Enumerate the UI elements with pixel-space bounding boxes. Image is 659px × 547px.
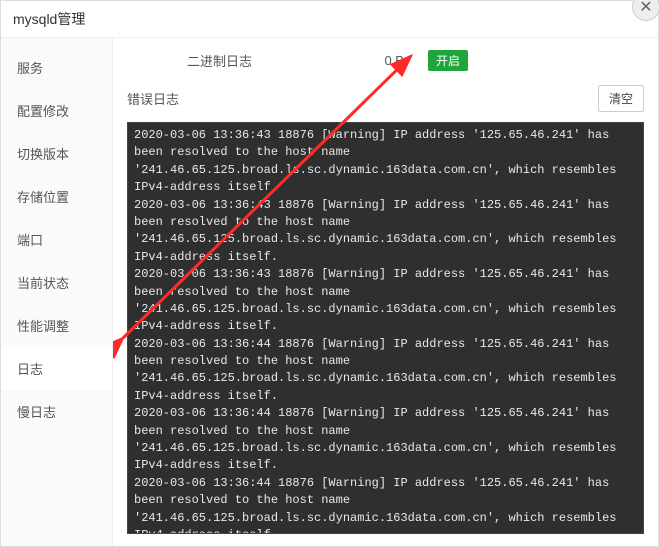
errlog-row: 错误日志 清空 bbox=[127, 85, 644, 112]
sidebar-item-4[interactable]: 端口 bbox=[1, 218, 112, 261]
binlog-row: 二进制日志 0 B 开启 bbox=[127, 50, 644, 71]
errlog-label: 错误日志 bbox=[127, 89, 179, 108]
log-console[interactable]: 2020-03-06 13:36:43 18876 [Warning] IP a… bbox=[128, 123, 643, 533]
binlog-label: 二进制日志 bbox=[187, 51, 252, 70]
log-console-wrap: 2020-03-06 13:36:43 18876 [Warning] IP a… bbox=[127, 122, 644, 534]
close-icon: ✕ bbox=[639, 0, 652, 17]
sidebar-item-8[interactable]: 慢日志 bbox=[1, 390, 112, 433]
window-title: mysqld管理 bbox=[13, 11, 85, 27]
sidebar-item-3[interactable]: 存储位置 bbox=[1, 175, 112, 218]
clear-button[interactable]: 清空 bbox=[598, 85, 644, 112]
sidebar-item-6[interactable]: 性能调整 bbox=[1, 304, 112, 347]
binlog-status-badge[interactable]: 开启 bbox=[428, 50, 468, 71]
sidebar-item-7[interactable]: 日志 bbox=[1, 347, 112, 390]
sidebar-item-2[interactable]: 切换版本 bbox=[1, 132, 112, 175]
sidebar-item-0[interactable]: 服务 bbox=[1, 46, 112, 89]
sidebar-item-5[interactable]: 当前状态 bbox=[1, 261, 112, 304]
close-button[interactable]: ✕ bbox=[632, 0, 659, 21]
window-header: mysqld管理 ✕ bbox=[1, 1, 658, 38]
sidebar: 服务配置修改切换版本存储位置端口当前状态性能调整日志慢日志 bbox=[1, 38, 113, 546]
main-panel: 二进制日志 0 B 开启 错误日志 清空 2020-03-06 13:36:43… bbox=[113, 38, 658, 546]
sidebar-item-1[interactable]: 配置修改 bbox=[1, 89, 112, 132]
binlog-size: 0 B bbox=[384, 53, 404, 68]
